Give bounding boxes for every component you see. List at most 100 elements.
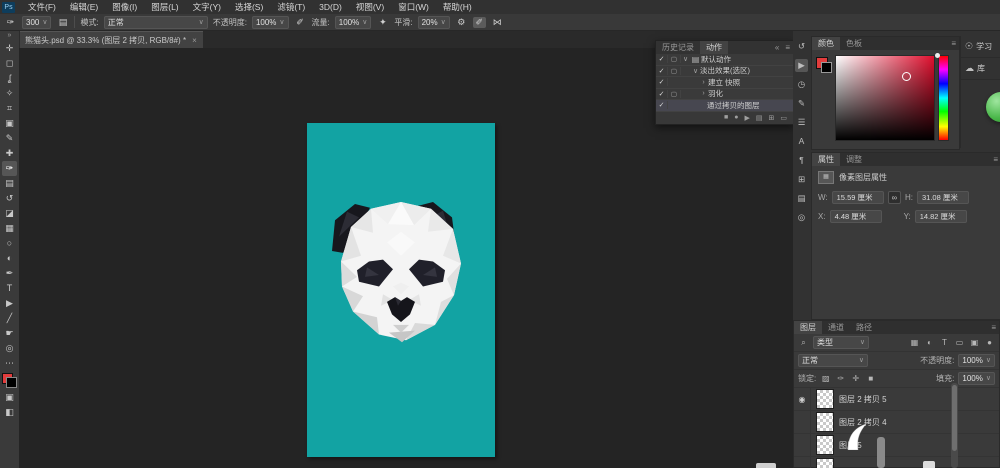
quick-mask-icon[interactable]: ▣ bbox=[2, 390, 17, 405]
visibility-toggle[interactable] bbox=[794, 457, 811, 468]
brush-tool[interactable]: ✑ bbox=[2, 161, 17, 176]
expander-icon[interactable]: › bbox=[699, 79, 708, 86]
hue-slider-knob[interactable] bbox=[935, 53, 940, 58]
hand-tool[interactable]: ☛ bbox=[2, 326, 17, 341]
blur-tool[interactable]: ○ bbox=[2, 236, 17, 251]
fill-select[interactable]: 100% ∨ bbox=[958, 372, 995, 385]
path-selection-tool[interactable]: ▶ bbox=[2, 296, 17, 311]
layer-opacity-select[interactable]: 100% ∨ bbox=[958, 354, 995, 367]
dodge-tool[interactable]: ◐ bbox=[2, 251, 17, 266]
height-field[interactable]: 31.08 厘米 bbox=[917, 191, 969, 204]
layer-row[interactable]: 图层 5 bbox=[794, 434, 999, 457]
pressure-size-icon[interactable]: ✐ bbox=[473, 17, 486, 28]
secondary-scrollbar-thumb[interactable] bbox=[877, 437, 885, 468]
history-brush-tool[interactable]: ↺ bbox=[2, 191, 17, 206]
eyedropper-tool[interactable]: ✎ bbox=[2, 131, 17, 146]
toggle-brush-panel-icon[interactable]: ▤ bbox=[56, 17, 69, 28]
brush-tool-icon[interactable]: ✑ bbox=[4, 17, 17, 28]
layer-comps-panel-icon[interactable]: ⊞ bbox=[795, 173, 808, 186]
smoothing-select[interactable]: 20% ∨ bbox=[418, 16, 450, 29]
panel-menu-icon[interactable]: ≡ bbox=[782, 43, 793, 52]
actions-panel-icon[interactable]: ▶ bbox=[795, 59, 808, 72]
layer-row[interactable]: 图层 2 拷贝 4 bbox=[794, 411, 999, 434]
marquee-tool[interactable]: ◻ bbox=[2, 56, 17, 71]
panel-menu-icon[interactable]: ≡ bbox=[990, 155, 1000, 164]
menu-layer[interactable]: 图层(L) bbox=[144, 1, 185, 13]
visibility-toggle[interactable]: ◉ bbox=[794, 388, 811, 410]
menu-image[interactable]: 图像(I) bbox=[105, 1, 144, 13]
filter-type-icon[interactable]: T bbox=[939, 338, 950, 347]
filter-pixel-icon[interactable]: ▦ bbox=[909, 338, 920, 347]
check-icon[interactable]: ✓ bbox=[656, 101, 668, 109]
new-action-icon[interactable]: ⊞ bbox=[769, 114, 775, 122]
menu-file[interactable]: 文件(F) bbox=[21, 1, 63, 13]
color-picker-ring[interactable] bbox=[902, 72, 911, 81]
visibility-toggle[interactable] bbox=[794, 434, 811, 456]
tab-adjustments[interactable]: 调整 bbox=[840, 153, 868, 166]
saturation-brightness-field[interactable] bbox=[835, 55, 935, 141]
gradient-tool[interactable]: ▦ bbox=[2, 221, 17, 236]
tab-properties[interactable]: 属性 bbox=[812, 153, 840, 166]
collapse-icon[interactable]: « bbox=[772, 43, 782, 52]
lock-pixels-icon[interactable]: ✑ bbox=[835, 374, 846, 383]
check-icon[interactable]: ✓ bbox=[656, 90, 668, 98]
close-icon[interactable]: × bbox=[192, 36, 197, 45]
action-row[interactable]: ✓ ▢ ∨ ▤ 默认动作 bbox=[656, 54, 793, 66]
action-row-selected[interactable]: ✓ 通过拷贝的图层 bbox=[656, 100, 793, 112]
action-row[interactable]: ✓ › 建立 快照 bbox=[656, 77, 793, 89]
menu-3d[interactable]: 3D(D) bbox=[312, 2, 349, 12]
layer-thumbnail[interactable] bbox=[816, 435, 834, 455]
blend-mode-select[interactable]: 正常 ∨ bbox=[104, 16, 208, 29]
flow-select[interactable]: 100% ∨ bbox=[335, 16, 372, 29]
layers-scrollbar-thumb[interactable] bbox=[952, 385, 957, 451]
check-icon[interactable]: ✓ bbox=[656, 78, 668, 86]
hue-slider[interactable] bbox=[938, 55, 949, 141]
airbrush-icon[interactable]: ✦ bbox=[376, 17, 389, 28]
threed-panel-icon[interactable]: ◎ bbox=[795, 211, 808, 224]
tab-actions[interactable]: 动作 bbox=[700, 41, 728, 54]
character-panel-icon[interactable]: A bbox=[795, 135, 808, 148]
info-panel-icon[interactable]: ◷ bbox=[795, 78, 808, 91]
action-row[interactable]: ✓ ▢ ∨ 淡出效果(选区) bbox=[656, 66, 793, 78]
layer-thumbnail[interactable] bbox=[816, 458, 834, 468]
brush-preset-picker[interactable]: 300 ∨ bbox=[22, 16, 51, 29]
paragraph-panel-icon[interactable]: ¶ bbox=[795, 154, 808, 167]
expander-icon[interactable]: ∨ bbox=[691, 67, 700, 75]
menu-select[interactable]: 选择(S) bbox=[228, 1, 270, 13]
tab-swatches[interactable]: 色板 bbox=[840, 37, 868, 50]
edit-toolbar-icon[interactable]: ⋯ bbox=[2, 356, 17, 371]
visibility-toggle[interactable] bbox=[794, 411, 811, 433]
y-field[interactable]: 14.82 厘米 bbox=[915, 210, 967, 223]
menu-type[interactable]: 文字(Y) bbox=[186, 1, 228, 13]
type-tool[interactable]: T bbox=[2, 281, 17, 296]
eraser-tool[interactable]: ◪ bbox=[2, 206, 17, 221]
dialog-toggle-icon[interactable]: ▢ bbox=[668, 67, 681, 75]
expander-icon[interactable]: › bbox=[699, 90, 708, 97]
gear-icon[interactable]: ⚙ bbox=[455, 17, 468, 28]
panel-menu-icon[interactable]: ≡ bbox=[988, 323, 999, 332]
layer-thumbnail[interactable] bbox=[816, 412, 834, 432]
shape-tool[interactable]: ╱ bbox=[2, 311, 17, 326]
lock-all-icon[interactable]: ■ bbox=[865, 374, 876, 383]
layer-row[interactable] bbox=[794, 457, 999, 468]
lasso-tool[interactable]: ʆ bbox=[2, 71, 17, 86]
action-row[interactable]: ✓ ▢ › 羽化 bbox=[656, 89, 793, 101]
background-color-swatch[interactable] bbox=[821, 62, 832, 73]
zoom-tool[interactable]: ◎ bbox=[2, 341, 17, 356]
trash-icon[interactable]: ▭ bbox=[780, 114, 787, 122]
check-icon[interactable]: ✓ bbox=[656, 55, 668, 63]
clone-stamp-tool[interactable]: ▤ bbox=[2, 176, 17, 191]
brush-settings-panel-icon[interactable]: ✎ bbox=[795, 97, 808, 110]
move-tool[interactable]: ✛ bbox=[2, 41, 17, 56]
dialog-toggle-icon[interactable]: ▢ bbox=[668, 55, 681, 63]
document-tab[interactable]: 熊猫头.psd @ 33.3% (图层 2 拷贝, RGB/8#) * × bbox=[19, 31, 203, 48]
opacity-select[interactable]: 100% ∨ bbox=[252, 16, 289, 29]
filter-smart-icon[interactable]: ▣ bbox=[969, 338, 980, 347]
x-field[interactable]: 4.48 厘米 bbox=[830, 210, 882, 223]
width-field[interactable]: 15.59 厘米 bbox=[832, 191, 884, 204]
history-panel-icon[interactable]: ↺ bbox=[795, 40, 808, 53]
tab-channels[interactable]: 通道 bbox=[822, 321, 850, 334]
notes-panel-icon[interactable]: ▤ bbox=[795, 192, 808, 205]
filter-toggle-icon[interactable]: ● bbox=[984, 338, 995, 347]
pressure-opacity-icon[interactable]: ✐ bbox=[294, 17, 307, 28]
